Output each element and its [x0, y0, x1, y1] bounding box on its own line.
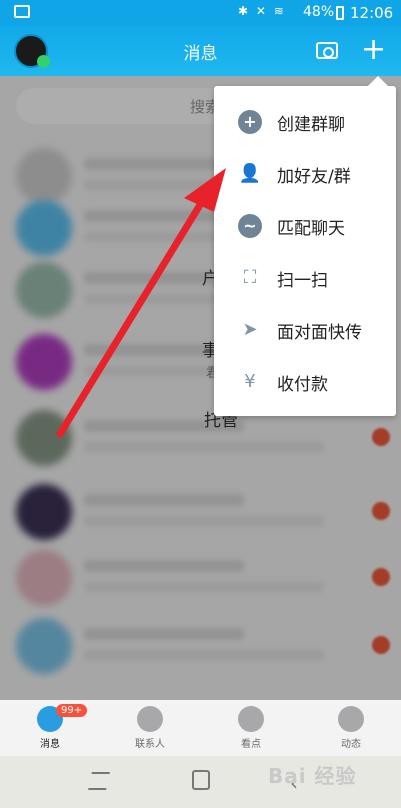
tab-watch[interactable]: 看点 — [211, 706, 291, 754]
contacts-icon — [137, 706, 163, 732]
tab-moments[interactable]: 动态 — [311, 706, 391, 754]
unread-badge: 99+ — [56, 704, 88, 717]
arrow-shaft — [56, 196, 207, 438]
arrow-annotation — [56, 168, 226, 438]
tab-bar: 消息 99+ 联系人 看点 动态 — [0, 700, 401, 756]
watermark: Bai 经验 — [268, 764, 357, 788]
home-icon[interactable] — [192, 770, 210, 790]
tab-messages[interactable]: 消息 99+ — [10, 704, 90, 754]
tab-label: 看点 — [241, 739, 261, 750]
tab-label: 消息 — [40, 739, 60, 750]
screen: 搜索 户 事 君 托管 ✱ ✕ ≋ 48% 12:06 消息 + + 创建群聊 — [0, 0, 401, 808]
recents-icon[interactable] — [88, 772, 110, 790]
tab-label: 动态 — [341, 739, 361, 750]
eye-icon — [238, 706, 264, 732]
tab-label: 联系人 — [135, 739, 165, 750]
arrow-head — [184, 168, 226, 212]
star-icon — [338, 706, 364, 732]
tab-contacts[interactable]: 联系人 — [110, 706, 190, 754]
